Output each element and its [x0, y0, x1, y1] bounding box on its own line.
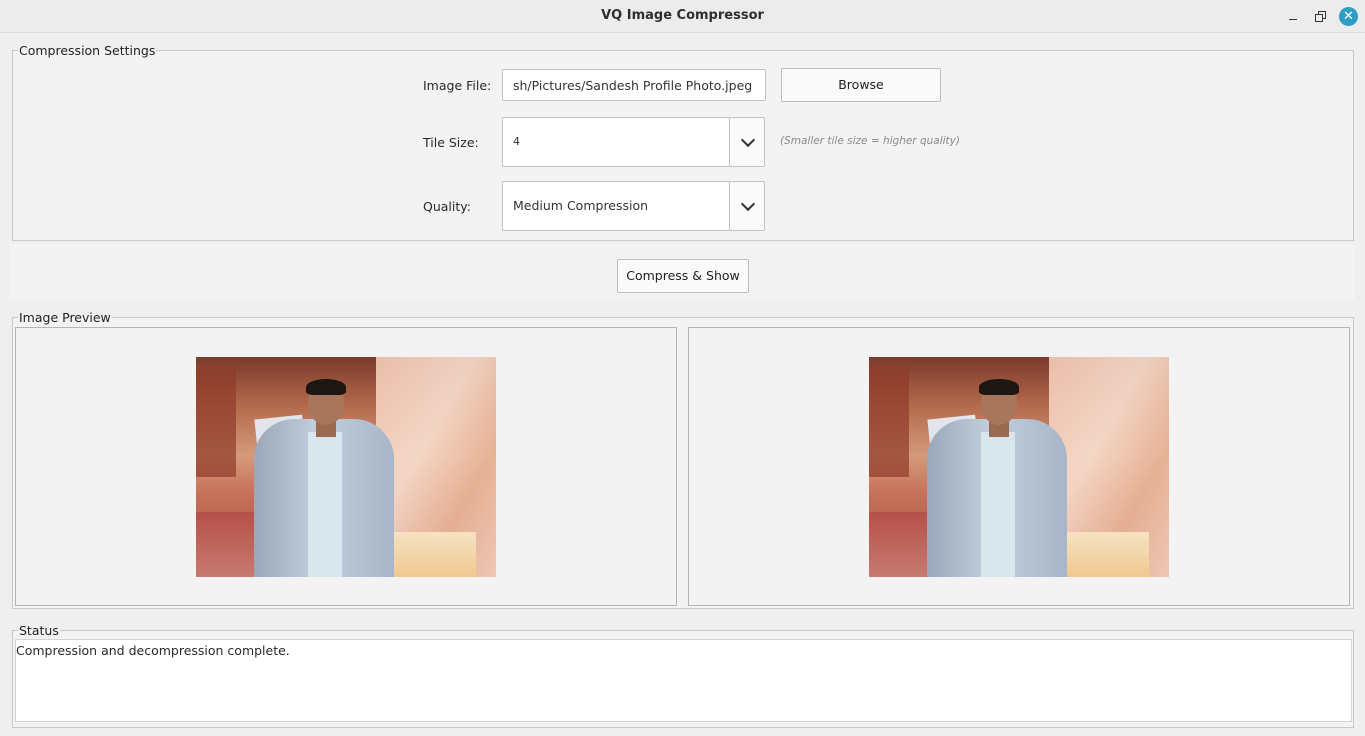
status-legend: Status — [19, 623, 59, 638]
compression-settings-legend: Compression Settings — [19, 43, 156, 58]
quality-dropdown-button[interactable] — [729, 181, 765, 231]
compressed-image-panel — [688, 327, 1350, 606]
quality-label: Quality: — [423, 199, 471, 214]
maximize-icon[interactable] — [1313, 9, 1327, 23]
original-image — [196, 357, 496, 577]
original-image-panel — [15, 327, 677, 606]
quality-select[interactable]: Medium Compression — [502, 181, 730, 231]
compressed-image — [869, 357, 1169, 577]
tile-size-select[interactable]: 4 — [502, 117, 730, 167]
browse-button[interactable]: Browse — [781, 68, 941, 102]
compress-show-button[interactable]: Compress & Show — [617, 259, 749, 293]
status-message: Compression and decompression complete. — [16, 643, 290, 658]
image-file-input[interactable]: sh/Pictures/Sandesh Profile Photo.jpeg — [502, 69, 766, 101]
image-file-label: Image File: — [423, 78, 492, 93]
tile-size-dropdown-button[interactable] — [729, 117, 765, 167]
chevron-down-icon — [740, 196, 756, 212]
chevron-down-icon — [740, 132, 756, 148]
window-title: VQ Image Compressor — [601, 8, 764, 23]
close-icon[interactable]: ✕ — [1339, 7, 1358, 26]
tile-size-hint: (Smaller tile size = higher quality) — [780, 135, 960, 147]
image-preview-legend: Image Preview — [19, 310, 111, 325]
minimize-icon[interactable] — [1286, 9, 1300, 23]
tile-size-label: Tile Size: — [423, 135, 479, 150]
title-bar: VQ Image Compressor ✕ — [0, 0, 1365, 33]
